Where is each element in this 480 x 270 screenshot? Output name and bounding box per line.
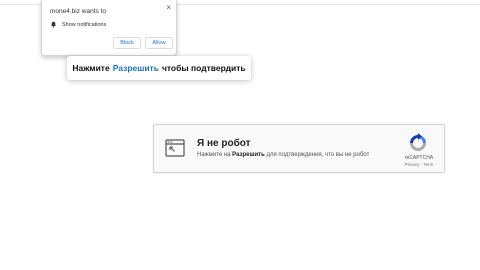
banner-prefix: Нажмите: [72, 63, 110, 73]
permission-label: Show notifications: [62, 21, 107, 28]
subtitle-prefix: Нажмите на: [197, 152, 231, 158]
popup-title: mone4.biz wants to: [50, 8, 107, 15]
recaptcha-logo-icon: [410, 133, 426, 151]
captcha-title: Я не робот: [197, 138, 251, 149]
banner-accent: Разрешить: [112, 63, 159, 73]
browser-window-icon: [165, 139, 185, 157]
recaptcha-terms-link[interactable]: Privacy - Term: [398, 162, 440, 167]
notification-permission-popup: mone4.biz wants to × Show notifications …: [41, 0, 177, 56]
captcha-subtitle: Нажмите на Разрешить для подтверждения, …: [197, 152, 369, 158]
permission-row: Show notifications: [50, 21, 106, 28]
block-button[interactable]: Block: [113, 37, 141, 49]
instruction-banner: Нажмите Разрешить чтобы подтвердить: [67, 56, 251, 80]
recaptcha-label: reCAPTCHA: [404, 155, 434, 161]
close-icon[interactable]: ×: [166, 4, 171, 12]
captcha-box: Я не робот Нажмите на Разрешить для подт…: [153, 124, 445, 173]
subtitle-suffix: для подтверждения, что вы не робот: [266, 152, 370, 158]
bell-icon: [50, 21, 57, 28]
banner-suffix: чтобы подтвердить: [161, 63, 246, 73]
subtitle-bold: Разрешить: [232, 152, 265, 158]
allow-button[interactable]: Allow: [145, 37, 173, 49]
